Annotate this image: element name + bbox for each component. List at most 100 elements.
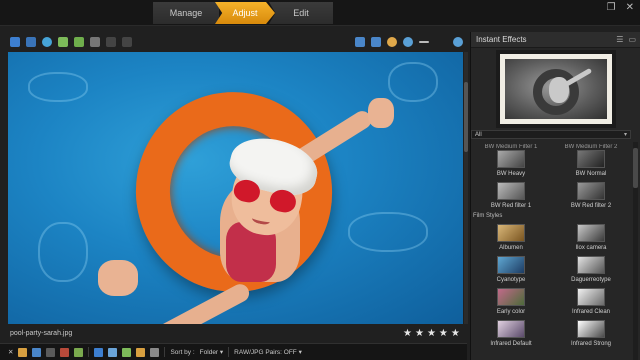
effect-label: Infrared Clean xyxy=(571,309,611,315)
effect-label: Albumen xyxy=(499,245,523,251)
effect-label: BW Normal xyxy=(575,171,607,177)
grid-view-icon[interactable] xyxy=(32,347,42,357)
email-icon[interactable] xyxy=(122,347,132,357)
tab-adjust[interactable]: Adjust xyxy=(215,2,275,24)
list-view-icon[interactable] xyxy=(46,347,56,357)
effects-row: Early color Infrared Clean xyxy=(471,288,631,315)
effect-bw-red-filter-2[interactable]: BW Red filter 2 xyxy=(551,182,631,209)
effect-label: Infrared Strong xyxy=(570,341,612,347)
child-right-hand xyxy=(368,98,394,128)
rating-star[interactable]: ★ xyxy=(427,328,436,339)
undo-icon[interactable] xyxy=(106,37,116,47)
sort-label: Sort by : xyxy=(170,348,195,356)
slideshow-icon[interactable] xyxy=(150,347,160,357)
effect-label: Infrared Default xyxy=(490,341,532,347)
separator xyxy=(164,347,166,357)
rating-star[interactable]: ★ xyxy=(415,328,424,339)
close-icon[interactable]: ✕ xyxy=(8,348,13,356)
effect-label: Early color xyxy=(496,309,526,315)
share-icon[interactable] xyxy=(42,37,52,47)
rating-stars: ★ ★ ★ ★ ★ xyxy=(403,328,460,339)
folder-icon[interactable] xyxy=(94,347,104,357)
image-filename: pool-party-sarah.jpg xyxy=(10,330,73,337)
tag-icon[interactable] xyxy=(60,347,70,357)
effect-thumbnail xyxy=(497,182,525,200)
child-left-hand xyxy=(98,260,138,296)
save-icon[interactable] xyxy=(10,37,20,47)
raw-jpg-pairs-dropdown[interactable]: RAW/JPG Pairs: OFF ▾ xyxy=(234,348,302,356)
preview-photo-frame xyxy=(500,54,612,124)
view-tools xyxy=(355,37,463,47)
water-ripple xyxy=(348,212,428,252)
window-controls: ❐ ✕ xyxy=(607,2,634,13)
effect-thumbnail xyxy=(497,224,525,242)
panel-header-icons: ☰ ▭ xyxy=(616,35,636,44)
rating-star[interactable]: ★ xyxy=(403,328,412,339)
effect-label: BW Red filter 1 xyxy=(490,203,532,209)
effect-label: Ilox camera xyxy=(575,245,607,251)
restore-window-button[interactable]: ❐ xyxy=(607,2,616,13)
panel-menu-icon[interactable]: ☰ xyxy=(616,35,623,44)
effects-row: Infrared Default Infrared Strong xyxy=(471,320,631,347)
editor-toolbar xyxy=(0,34,467,50)
close-window-button[interactable]: ✕ xyxy=(626,2,634,13)
effect-thumbnail xyxy=(577,288,605,306)
fit-to-window-icon[interactable] xyxy=(355,37,365,47)
effect-thumbnail xyxy=(577,224,605,242)
photo-canvas[interactable] xyxy=(8,52,463,324)
preview-image xyxy=(505,59,607,119)
chevron-down-icon: ▾ xyxy=(623,132,627,138)
water-ripple xyxy=(388,62,438,102)
pan-hand-icon[interactable] xyxy=(387,37,397,47)
effect-infrared-clean[interactable]: Infrared Clean xyxy=(551,288,631,315)
effects-row: BW Heavy BW Normal xyxy=(471,150,631,177)
zoom-in-icon[interactable] xyxy=(403,37,413,47)
delete-icon[interactable] xyxy=(90,37,100,47)
zoom-out-icon[interactable] xyxy=(453,37,463,47)
effect-albumen[interactable]: Albumen xyxy=(471,224,551,251)
actual-size-icon[interactable] xyxy=(371,37,381,47)
rotate-right-icon[interactable] xyxy=(74,37,84,47)
effect-bw-normal[interactable]: BW Normal xyxy=(551,150,631,177)
effect-daguerreotype[interactable]: Daguerreotype xyxy=(551,256,631,283)
effect-thumbnail xyxy=(577,256,605,274)
child-left-arm xyxy=(120,281,253,324)
top-bar: Manage Adjust Edit ❐ ✕ xyxy=(0,0,640,26)
effect-infrared-default[interactable]: Infrared Default xyxy=(471,320,551,347)
tab-manage[interactable]: Manage xyxy=(153,2,219,24)
rotate-left-icon[interactable] xyxy=(58,37,68,47)
instant-effects-panel: Instant Effects ☰ ▭ All ▾ BW Medium Filt… xyxy=(470,32,640,360)
filmstrip-icon[interactable] xyxy=(18,347,28,357)
effect-bw-red-filter-1[interactable]: BW Red filter 1 xyxy=(471,182,551,209)
save-as-icon[interactable] xyxy=(26,37,36,47)
zoom-slider[interactable] xyxy=(419,41,429,43)
flag-icon[interactable] xyxy=(74,347,84,357)
effect-thumbnail xyxy=(497,256,525,274)
redo-icon[interactable] xyxy=(122,37,132,47)
print-icon[interactable] xyxy=(108,347,118,357)
upload-icon[interactable] xyxy=(136,347,146,357)
effect-infrared-strong[interactable]: Infrared Strong xyxy=(551,320,631,347)
effect-category-dropdown[interactable]: All ▾ xyxy=(471,130,631,139)
tab-edit[interactable]: Edit xyxy=(269,2,333,24)
sort-dropdown[interactable]: Folder ▾ xyxy=(200,348,224,356)
effects-row: Cyanotype Daguerreotype xyxy=(471,256,631,283)
canvas-scrollbar[interactable] xyxy=(464,52,468,324)
panel-scrollbar-thumb[interactable] xyxy=(633,148,638,188)
bottom-toolbar: ✕ Sort by : Folder ▾ RAW/JPG Pairs: OFF … xyxy=(0,343,467,360)
effect-cyanotype[interactable]: Cyanotype xyxy=(471,256,551,283)
scrollbar-thumb[interactable] xyxy=(464,82,468,152)
effect-thumbnail xyxy=(577,150,605,168)
category-value: All xyxy=(475,131,482,138)
panel-scrollbar[interactable] xyxy=(633,142,638,360)
effect-early-color[interactable]: Early color xyxy=(471,288,551,315)
rating-star[interactable]: ★ xyxy=(439,328,448,339)
rating-star[interactable]: ★ xyxy=(451,328,460,339)
panel-collapse-icon[interactable]: ▭ xyxy=(628,35,636,44)
effect-bw-heavy[interactable]: BW Heavy xyxy=(471,150,551,177)
panel-header: Instant Effects ☰ ▭ xyxy=(471,32,640,48)
effect-thumbnail xyxy=(497,320,525,338)
effects-row: Albumen Ilox camera xyxy=(471,224,631,251)
section-film-styles: Film Styles xyxy=(473,213,503,219)
effect-ilox-camera[interactable]: Ilox camera xyxy=(551,224,631,251)
